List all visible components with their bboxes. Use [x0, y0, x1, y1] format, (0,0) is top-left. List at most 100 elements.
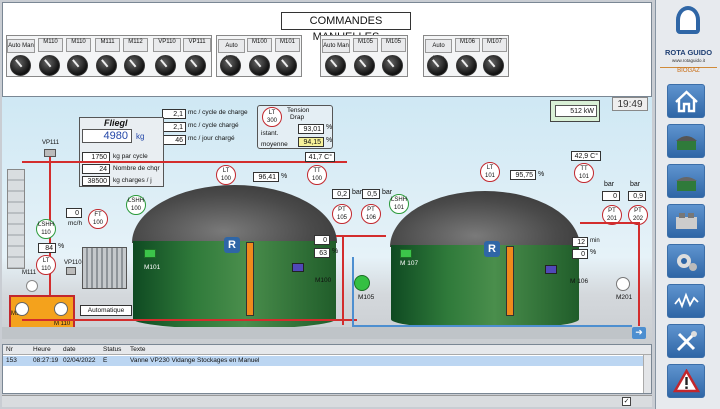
lt300-moyenne-label: moyenne — [261, 141, 288, 148]
m201-pump-icon[interactable] — [616, 277, 630, 291]
vp110-valve[interactable] — [66, 267, 76, 275]
trend-button[interactable] — [667, 284, 705, 318]
m111-motor-icon[interactable] — [26, 280, 38, 292]
lt300-istant-label: istant. — [261, 130, 279, 137]
m101-mixer-icon[interactable] — [144, 249, 156, 258]
tools-button[interactable] — [667, 324, 705, 358]
pipe-bottom-red — [22, 319, 357, 321]
m107-knob[interactable] — [483, 55, 504, 76]
auto-man-label-2: Auto Man — [218, 39, 245, 62]
lt300-tag-label: LT — [268, 110, 276, 116]
storage-button[interactable] — [667, 164, 705, 198]
pt202-tag-label: PT — [634, 208, 642, 214]
m100-pct: 63 — [314, 248, 330, 258]
lshh101-tag-label: LSHH — [390, 197, 407, 203]
charge-day-value: 46 — [162, 135, 186, 145]
home-button[interactable] — [667, 84, 705, 118]
digester-2 — [391, 245, 579, 329]
m105-pump-icon[interactable] — [354, 275, 370, 291]
log-col-heure: Heure — [33, 346, 51, 353]
pt201-tag-label: PT — [608, 208, 616, 214]
acknowledge-checkbox[interactable]: ✓ — [622, 397, 631, 406]
m112-label: M112 — [123, 38, 148, 52]
pt105-bar: 0,2 — [332, 189, 350, 199]
m101-knob[interactable] — [276, 55, 297, 76]
m111-knob[interactable] — [96, 55, 117, 76]
pt105-tag-label: PT — [338, 207, 346, 213]
storage-tank-icon — [676, 177, 697, 191]
lshh110-id: 110 — [41, 230, 51, 236]
pipe-right-red-v — [638, 222, 640, 326]
vp111-valve[interactable] — [44, 149, 56, 157]
digester-2-dome — [390, 191, 580, 247]
lt110-tag: LT 110 — [36, 255, 56, 275]
m100-knob[interactable] — [249, 55, 270, 76]
tt100-id: 100 — [311, 176, 322, 182]
digester-1-logo-icon: R — [224, 237, 240, 253]
digester-button[interactable] — [667, 124, 705, 158]
pt201-unit: bar — [604, 181, 615, 188]
tt101-temp: 42,9 — [574, 153, 589, 160]
lt101-id: 101 — [484, 173, 495, 179]
m105-label-a: M105 — [353, 38, 378, 52]
settings-icon — [677, 254, 697, 271]
vp111-label: VP111 — [183, 38, 211, 52]
auto-man-knob-4[interactable] — [427, 55, 448, 76]
pt106-id: 106 — [365, 215, 376, 221]
status-footer: ✓ — [2, 395, 652, 407]
brand-sub: BIOGAZ — [660, 67, 717, 74]
m105-knob-b[interactable] — [382, 55, 403, 76]
settings-button[interactable] — [667, 244, 705, 278]
m112-knob[interactable] — [124, 55, 145, 76]
m106-pct-unit: % — [590, 249, 597, 256]
lt101-tag-label: LT — [486, 165, 494, 171]
log-row[interactable]: 153 08:27:19 02/04/2022 E Vanne VP230 Vi… — [3, 356, 651, 366]
m100-label: M100 — [315, 277, 332, 284]
log-row-heure: 08:27:19 — [33, 357, 59, 364]
vp110-knob[interactable] — [155, 55, 176, 76]
feeder-mode-label[interactable]: Automatique — [80, 305, 132, 316]
m110-mixer-icon[interactable] — [54, 302, 68, 316]
lt100-tag-label: LT — [222, 168, 230, 174]
tt101-temp-box: 42,9 C° — [571, 151, 601, 161]
m106-knob[interactable] — [456, 55, 477, 76]
log-col-nr: Nr — [6, 346, 13, 353]
tt100-temp-box: 41,7 C° — [305, 152, 335, 162]
ground-slab — [2, 327, 632, 339]
charge-cycle-value: 2,1 — [162, 109, 186, 119]
power-unit: kW — [583, 108, 594, 115]
ft100-tag-label: FT — [94, 212, 102, 218]
alarm-button[interactable] — [667, 364, 705, 398]
m105-knob-a[interactable] — [354, 55, 375, 76]
m107-mixer-icon[interactable] — [400, 249, 412, 258]
m106-pct: 0 — [572, 249, 588, 259]
auto-man-knob-2[interactable] — [220, 55, 241, 76]
fliegl-kg-day-label: kg charges / j — [113, 177, 152, 184]
tt100-temp: 41,7 — [308, 154, 323, 161]
tools-icon — [676, 331, 697, 352]
lshh100-id: 100 — [130, 206, 141, 212]
m100-mixer-icon[interactable] — [292, 263, 304, 272]
vp111-knob[interactable] — [185, 55, 206, 76]
pt106-tag: PT 106 — [361, 204, 381, 224]
log-header: Nr Heure date Status Texte — [3, 345, 651, 355]
m100-pct-unit: % — [332, 248, 339, 255]
fliegl-title: Fliegl — [104, 118, 128, 128]
generator-button[interactable] — [667, 204, 705, 238]
pt106-tag-label: PT — [367, 207, 375, 213]
m106-mixer-icon[interactable] — [545, 265, 557, 274]
m111-label: M111 — [22, 270, 37, 276]
tt100-tag-label: TT — [313, 168, 321, 174]
lt101-tag: LT 101 — [480, 162, 500, 182]
m110-knob-a[interactable] — [39, 55, 60, 76]
auto-man-knob-1[interactable] — [10, 55, 31, 76]
m112-mixer-icon[interactable] — [15, 302, 29, 316]
m110-knob-b[interactable] — [67, 55, 88, 76]
log-scrollbar[interactable] — [643, 355, 651, 393]
navigation-sidebar: ROTA GUIDO www.rotaguido.it BIOGAZ — [655, 0, 720, 409]
power-value: 512 — [570, 108, 582, 115]
auto-man-knob-3[interactable] — [325, 55, 346, 76]
vp110-label: VP110 — [64, 260, 82, 266]
log-row-status: E — [103, 357, 108, 364]
flow-arrow-icon[interactable]: ➜ — [632, 327, 646, 339]
